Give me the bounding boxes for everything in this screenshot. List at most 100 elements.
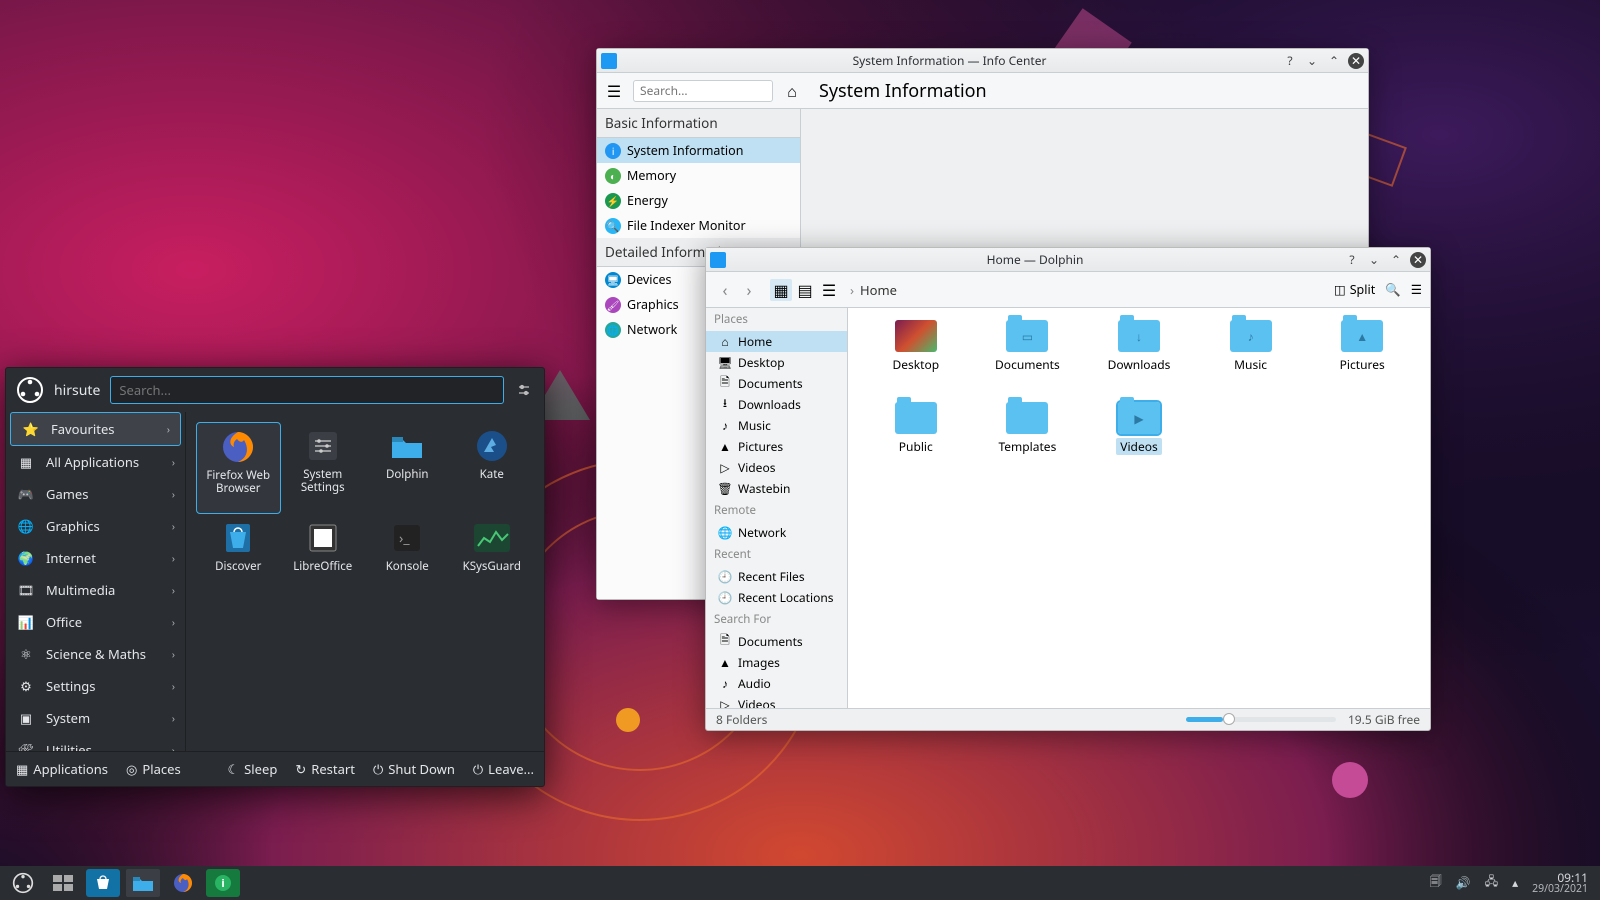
places-documents[interactable]: 🗎Documents: [706, 373, 847, 394]
dolphin-file-grid[interactable]: Desktop▭Documents↓Downloads♪Music▲Pictur…: [848, 308, 1430, 708]
footer-shutdown[interactable]: ⏻ Shut Down: [373, 760, 455, 778]
file-desktop[interactable]: Desktop: [860, 320, 972, 402]
places-recent-locations[interactable]: 🕘Recent Locations: [706, 587, 847, 608]
taskbar-launcher-icon[interactable]: [6, 869, 40, 897]
category-office[interactable]: 📊Office›: [6, 606, 185, 638]
places-images[interactable]: ▲Images: [706, 652, 847, 673]
category-utilities[interactable]: 🛠Utilities›: [6, 734, 185, 751]
app-dolphin[interactable]: Dolphin: [365, 422, 450, 514]
hamburger-icon[interactable]: ☰: [603, 80, 625, 102]
launcher-settings-icon[interactable]: [514, 380, 534, 400]
info-toolbar: ☰ ⌂ System Information: [597, 73, 1368, 109]
info-item-file-indexer-monitor[interactable]: 🔍File Indexer Monitor: [597, 213, 800, 238]
footer-leave[interactable]: ⏻ Leave...: [473, 760, 534, 778]
app-system-settings[interactable]: System Settings: [281, 422, 366, 514]
app-libreoffice[interactable]: LibreOffice: [281, 514, 366, 606]
places-audio[interactable]: ♪Audio: [706, 673, 847, 694]
category-multimedia[interactable]: 🎞Multimedia›: [6, 574, 185, 606]
view-compact-icon[interactable]: ▤: [794, 279, 816, 301]
category-graphics[interactable]: 🌐Graphics›: [6, 510, 185, 542]
close-icon[interactable]: ✕: [1348, 53, 1364, 69]
category-science-maths[interactable]: ⚛Science & Maths›: [6, 638, 185, 670]
view-icons-icon[interactable]: ▦: [770, 279, 792, 301]
category-internet[interactable]: 🌍Internet›: [6, 542, 185, 574]
places-music[interactable]: ♪Music: [706, 415, 847, 436]
taskbar-discover-icon[interactable]: [86, 869, 120, 897]
file-public[interactable]: Public: [860, 402, 972, 484]
file-downloads[interactable]: ↓Downloads: [1083, 320, 1195, 402]
taskbar-firefox-icon[interactable]: [166, 869, 200, 897]
home-icon[interactable]: ⌂: [781, 80, 803, 102]
info-app-icon: [601, 53, 617, 69]
folder-icon: ♪: [1230, 320, 1272, 352]
footer-applications[interactable]: ▦ Applications: [16, 760, 108, 778]
folder-icon: [895, 402, 937, 434]
places-home[interactable]: ⌂Home: [706, 331, 847, 352]
places-videos[interactable]: ▷Videos: [706, 694, 847, 708]
category-favourites[interactable]: ⭐Favourites›: [10, 412, 181, 446]
maximize-icon[interactable]: ⌃: [1388, 252, 1404, 268]
file-documents[interactable]: ▭Documents: [972, 320, 1084, 402]
file-pictures[interactable]: ▲Pictures: [1306, 320, 1418, 402]
taskbar-desktops-icon[interactable]: [46, 869, 80, 897]
minimize-icon[interactable]: ⌄: [1366, 252, 1382, 268]
folder-icon: ▶: [1118, 402, 1160, 434]
places-recent-files[interactable]: 🕘Recent Files: [706, 566, 847, 587]
taskbar-dolphin-icon[interactable]: [126, 869, 160, 897]
info-search-input[interactable]: [633, 80, 773, 102]
places-wastebin[interactable]: 🗑Wastebin: [706, 478, 847, 499]
file-videos[interactable]: ▶Videos: [1083, 402, 1195, 484]
places-downloads[interactable]: ⭳Downloads: [706, 394, 847, 415]
forward-icon[interactable]: ›: [738, 279, 760, 301]
chevron-right-icon: ›: [172, 679, 175, 693]
dolphin-titlebar[interactable]: Home — Dolphin ? ⌄ ⌃ ✕: [706, 248, 1430, 272]
app-discover[interactable]: Discover: [196, 514, 281, 606]
tray-clock[interactable]: 09:11 29/03/2021: [1532, 871, 1588, 896]
close-icon[interactable]: ✕: [1410, 252, 1426, 268]
hamburger-icon[interactable]: ☰: [1411, 281, 1422, 298]
tray-network-icon[interactable]: 🖧: [1485, 872, 1498, 893]
help-icon[interactable]: ?: [1282, 53, 1298, 69]
pic-icon: ▲: [718, 656, 732, 670]
back-icon[interactable]: ‹: [714, 279, 736, 301]
footer-restart[interactable]: ↻ Restart: [295, 760, 355, 778]
file-music[interactable]: ♪Music: [1195, 320, 1307, 402]
footer-places[interactable]: ◎ Places: [126, 760, 181, 778]
file-templates[interactable]: Templates: [972, 402, 1084, 484]
app-ksysguard[interactable]: KSysGuard: [450, 514, 535, 606]
category-all-applications[interactable]: ▦All Applications›: [6, 446, 185, 478]
info-item-memory[interactable]: ◐Memory: [597, 163, 800, 188]
tray-volume-icon[interactable]: 🔊: [1456, 874, 1471, 891]
tools-icon: 🛠: [16, 740, 36, 751]
app-kate[interactable]: Kate: [450, 422, 535, 514]
footer-sleep[interactable]: ☾ Sleep: [228, 760, 278, 778]
info-titlebar[interactable]: System Information — Info Center ? ⌄ ⌃ ✕: [597, 49, 1368, 73]
chevron-right-icon: ›: [172, 551, 175, 565]
category-games[interactable]: 🎮Games›: [6, 478, 185, 510]
tray-chevron-up-icon[interactable]: ▴: [1512, 874, 1518, 891]
help-icon[interactable]: ?: [1344, 252, 1360, 268]
disk-usage-gauge[interactable]: [1186, 717, 1336, 722]
app-konsole[interactable]: ›_Konsole: [365, 514, 450, 606]
info-item-energy[interactable]: ⚡Energy: [597, 188, 800, 213]
breadcrumb[interactable]: Home: [860, 281, 897, 299]
category-system[interactable]: ▣System›: [6, 702, 185, 734]
search-icon[interactable]: 🔍: [1385, 281, 1401, 298]
taskbar-infocenter-icon[interactable]: i: [206, 869, 240, 897]
places-videos[interactable]: ▷Videos: [706, 457, 847, 478]
places-pictures[interactable]: ▲Pictures: [706, 436, 847, 457]
minimize-icon[interactable]: ⌄: [1304, 53, 1320, 69]
tray-clipboard-icon[interactable]: 🗐: [1430, 872, 1442, 893]
clock-icon: 🕘: [718, 570, 732, 584]
places-documents[interactable]: 🗎Documents: [706, 631, 847, 652]
maximize-icon[interactable]: ⌃: [1326, 53, 1342, 69]
category-settings[interactable]: ⚙Settings›: [6, 670, 185, 702]
places-desktop[interactable]: 🖥Desktop: [706, 352, 847, 373]
places-group-header: Remote: [706, 499, 847, 522]
split-button[interactable]: ◫ Split: [1334, 281, 1375, 298]
places-network[interactable]: 🌐Network: [706, 522, 847, 543]
launcher-search-input[interactable]: [110, 376, 504, 404]
info-item-system-information[interactable]: ℹSystem Information: [597, 138, 800, 163]
app-firefox-web-browser[interactable]: Firefox Web Browser: [196, 422, 281, 514]
view-details-icon[interactable]: ☰: [818, 279, 840, 301]
